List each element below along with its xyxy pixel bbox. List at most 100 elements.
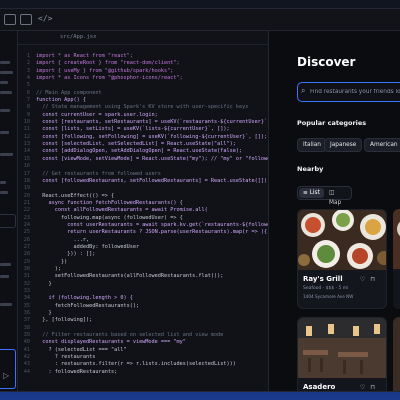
code-text: const userRestaurants = await spark.kv.g… xyxy=(36,221,268,228)
code-line: 2 import { createRoot } from "react-dom/c… xyxy=(18,60,268,67)
line-number: 16 xyxy=(23,163,30,170)
heart-icon[interactable]: ♡ xyxy=(360,276,370,283)
code-text: // State management using Spark's KV sto… xyxy=(36,104,249,111)
line-number: 15 xyxy=(23,155,30,162)
code-line: 41 ? (selectedList === "all" xyxy=(18,347,268,354)
line-number: 8 xyxy=(26,104,30,111)
popular-categories-heading: Popular categories xyxy=(297,119,367,127)
chat-text-line xyxy=(0,61,10,64)
line-number: 24 xyxy=(23,221,30,228)
code-line: 16 xyxy=(18,163,268,170)
code-line: 37 }, [following]); xyxy=(18,317,268,324)
line-number: 28 xyxy=(23,251,30,258)
code-text: React.useEffect(() => { xyxy=(36,192,115,199)
code-line: 25 return userRestaurants ? JSON.parse(u… xyxy=(18,229,268,236)
code-line: 35 fetchFollowedRestaurants(); xyxy=(18,303,268,310)
sidebar-toggle-icon[interactable] xyxy=(4,14,16,25)
panel-icon[interactable] xyxy=(20,14,32,25)
code-text: } xyxy=(36,310,52,317)
code-text: ? (selectedList === "all" xyxy=(36,346,127,353)
code-text: import { useMy } from "@github/spark/hoo… xyxy=(36,67,174,74)
code-line: 4 import * as Icons from "@phosphor-icons… xyxy=(18,75,268,82)
category-chip-japanese[interactable]: Japanese xyxy=(324,138,363,152)
category-chip-italian[interactable]: Italian xyxy=(297,138,327,152)
search-bar[interactable]: ⌕ xyxy=(297,82,400,102)
code-text: // Filter restaurants based on selected … xyxy=(36,332,224,339)
app-preview: Discover ⌕ Popular categories Italian Ja… xyxy=(268,31,400,391)
chat-panel: ▷ xyxy=(0,31,18,391)
nearby-heading: Nearby xyxy=(297,165,324,173)
line-number: 37 xyxy=(23,317,30,324)
code-view-icon[interactable]: </> xyxy=(38,14,52,25)
code-text: } xyxy=(36,280,52,287)
line-number: 12 xyxy=(23,133,30,140)
code-text: fetchFollowedRestaurants(); xyxy=(36,302,140,309)
code-line: 3 import { useMy } from "@github/spark/ho… xyxy=(18,68,268,75)
code-line: 27 addedBy: followedUser xyxy=(18,244,268,251)
code-line: 29 }) xyxy=(18,259,268,266)
line-number: 41 xyxy=(23,346,30,353)
code-text: const [followedRestaurants, setFollowedR… xyxy=(36,177,268,184)
bookmark-icon[interactable]: ⊓ xyxy=(370,276,380,283)
map-view-button[interactable]: ◫ Map xyxy=(325,188,351,206)
code-text: const [selectedList, setSelectedList] = … xyxy=(36,141,236,148)
code-line: 11 const [lists, setLists] = useKV(`list… xyxy=(18,126,268,133)
code-text: import * as React from "react"; xyxy=(36,53,133,59)
line-number: 9 xyxy=(26,111,30,118)
line-number: 11 xyxy=(23,126,30,133)
line-number: 18 xyxy=(23,177,30,184)
code-lines: 1 import * as React from "react"; 2 import … xyxy=(18,53,268,376)
line-number: 26 xyxy=(23,236,30,243)
line-number: 22 xyxy=(23,207,30,214)
line-number: 21 xyxy=(23,199,30,206)
category-chip-american[interactable]: American xyxy=(364,138,400,152)
code-text: const [restaurants, setRestaurants] = us… xyxy=(36,119,268,126)
line-number: 35 xyxy=(23,302,30,309)
code-line: 39 // Filter restaurants based on select… xyxy=(18,332,268,339)
code-text: const allFollowedRestaurants = await Pro… xyxy=(36,207,208,214)
code-text: }) xyxy=(36,258,68,265)
bookmark-icon[interactable]: ⊓ xyxy=(370,384,380,391)
chat-text-line xyxy=(0,71,13,74)
restaurant-photo xyxy=(298,210,386,270)
line-number: 34 xyxy=(23,295,30,302)
code-line: 15 const [viewMode, setViewMode] = React… xyxy=(18,156,268,163)
send-icon[interactable]: ▷ xyxy=(3,371,9,380)
list-view-button[interactable]: ≡ List xyxy=(299,188,324,198)
chat-input[interactable] xyxy=(0,349,16,389)
line-number: 29 xyxy=(23,258,30,265)
line-number: 32 xyxy=(23,280,30,287)
code-line: 9 const currentUser = spark.user.login; xyxy=(18,112,268,119)
line-number: 6 xyxy=(26,89,30,96)
chat-text-line xyxy=(0,263,11,266)
search-icon: ⌕ xyxy=(301,86,306,95)
heart-icon[interactable]: ♡ xyxy=(360,384,370,391)
code-line: 12 const [following, setFollowing] = use… xyxy=(18,134,268,141)
code-text: addedBy: followedUser xyxy=(36,243,140,250)
code-text: : restaurants.filter(r => r.lists.includ… xyxy=(36,361,236,368)
restaurant-card-partial[interactable] xyxy=(393,317,400,391)
code-text: async function fetchFollowedRestaurants(… xyxy=(36,199,183,206)
chat-text-line xyxy=(0,275,9,278)
search-input[interactable] xyxy=(310,86,400,98)
line-number: 31 xyxy=(23,273,30,280)
code-line: 24 const userRestaurants = await spark.k… xyxy=(18,222,268,229)
view-toggle: ≡ List ◫ Map xyxy=(297,186,352,206)
line-number: 1 xyxy=(26,53,30,59)
line-number: 7 xyxy=(26,97,30,104)
chat-text-line xyxy=(0,131,9,134)
chat-text-line xyxy=(0,303,12,306)
card-actions: ♡⊓ xyxy=(360,276,380,283)
restaurant-card-partial[interactable] xyxy=(393,209,400,309)
code-line: 38 xyxy=(18,325,268,332)
code-editor[interactable]: src/App.jsx 1 import * as React from "rea… xyxy=(18,31,268,391)
line-number: 3 xyxy=(26,67,30,74)
code-line: 10 const [restaurants, setRestaurants] =… xyxy=(18,119,268,126)
chat-attachment[interactable] xyxy=(0,214,16,228)
code-text: import * as Icons from "@phosphor-icons/… xyxy=(36,75,183,82)
restaurant-card[interactable]: Ray's Grill ♡⊓ Seafood · $$$ · 5 mi 1404… xyxy=(297,209,387,309)
code-line: 21 async function fetchFollowedRestauran… xyxy=(18,200,268,207)
restaurant-card[interactable]: Asadero ♡⊓ xyxy=(297,317,387,391)
line-number: 17 xyxy=(23,170,30,177)
line-number: 2 xyxy=(26,60,30,67)
